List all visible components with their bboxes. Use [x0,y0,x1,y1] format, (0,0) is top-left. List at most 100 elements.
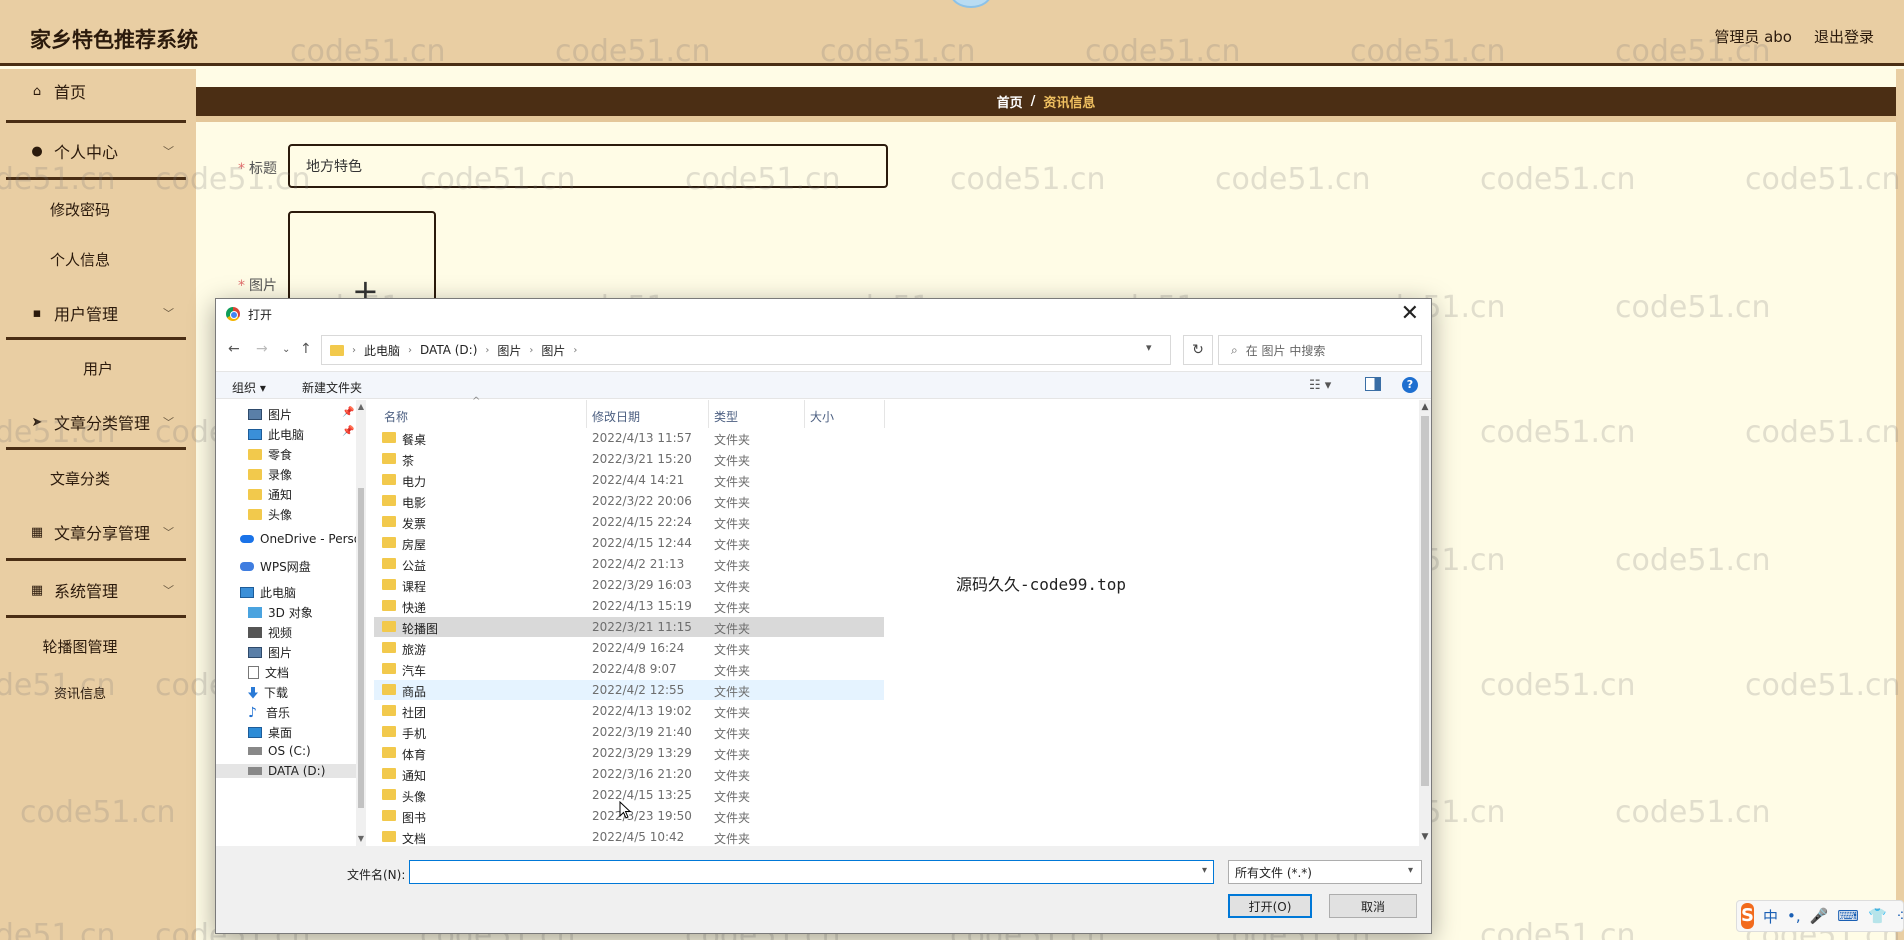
sogou-logo-icon[interactable]: S [1741,903,1754,929]
file-row[interactable]: 电力 2022/4/4 14:21 文件夹 [374,470,884,490]
ime-mode-chinese[interactable]: 中 [1763,906,1778,927]
column-header-date[interactable]: 修改日期 [592,408,640,425]
sidebar-item-article-share-management[interactable]: ▦ 文章分享管理 ﹀ [0,520,196,544]
ime-punctuation-icon[interactable]: •, [1787,907,1801,925]
file-row[interactable]: 社团 2022/4/13 19:02 文件夹 [374,701,884,721]
address-dropdown-icon[interactable]: ▾ [1146,341,1152,354]
chevron-down-icon[interactable]: ▾ [1202,865,1207,876]
keyboard-icon[interactable]: ⌨ [1837,907,1859,925]
breadcrumb-home[interactable]: 首页 [997,92,1023,111]
nav-pane-item[interactable]: 文档 [248,664,289,681]
sidebar-item-carousel-management[interactable]: 轮播图管理 [0,636,178,657]
file-row[interactable]: 公益 2022/4/2 21:13 文件夹 [374,554,884,574]
scroll-thumb[interactable] [358,488,364,808]
logout-link[interactable]: 退出登录 [1814,26,1874,47]
skin-icon[interactable]: 👕 [1868,907,1887,925]
pc-icon [240,587,254,598]
sidebar-item-article-category[interactable]: 文章分类 [0,468,178,489]
new-folder-button[interactable]: 新建文件夹 [302,379,362,396]
nav-pane-item[interactable]: OneDrive - Perso [240,532,361,546]
sidebar-item-personal-center[interactable]: ● 个人中心 ﹀ [0,139,196,163]
close-icon[interactable]: ✕ [1401,301,1419,326]
file-row[interactable]: 课程 2022/3/29 16:03 文件夹 [374,575,884,595]
filetype-select[interactable]: 所有文件 (*.*) ▾ [1228,860,1422,884]
title-input[interactable]: 地方特色 [288,144,888,188]
nav-pane-item[interactable]: 零食 [248,446,292,463]
sidebar-item-system-management[interactable]: ▦ 系统管理 ﹀ [0,578,196,602]
scroll-down-icon[interactable]: ▼ [1419,832,1431,842]
up-arrow-icon[interactable]: ↑ [300,341,312,357]
nav-pane-item[interactable]: DATA (D:) [216,764,356,778]
search-input[interactable]: ⌕ 在 图片 中搜索 [1218,335,1422,365]
sidebar-item-personal-info[interactable]: 个人信息 [0,249,178,270]
nav-pane-item[interactable]: ♪ 音乐 [248,704,290,721]
ime-menu-icon[interactable]: ⁘ [1896,907,1904,925]
path-segment[interactable]: 图片 [541,342,565,359]
nav-pane-item[interactable]: 桌面 [248,724,292,741]
address-bar[interactable]: › 此电脑 › DATA (D:) › 图片 › 图片 › [321,335,1171,365]
nav-pane-item[interactable]: 头像 [248,506,292,523]
sidebar-item-home[interactable]: ⌂ 首页 [0,79,196,103]
nav-pane-item[interactable]: 图片 [248,644,292,661]
file-row[interactable]: 体育 2022/3/29 13:29 文件夹 [374,743,884,763]
help-icon[interactable]: ? [1402,377,1418,393]
scroll-up-icon[interactable]: ▲ [1419,402,1431,412]
file-type: 文件夹 [714,832,751,846]
file-row[interactable]: 汽车 2022/4/8 9:07 文件夹 [374,659,884,679]
column-header-name[interactable]: 名称 [384,408,408,425]
nav-pane-item[interactable]: 图片 [248,406,292,423]
cancel-button[interactable]: 取消 [1329,894,1417,918]
file-type: 文件夹 [714,517,751,531]
file-row[interactable]: 轮播图 2022/3/21 11:15 文件夹 [374,617,884,637]
file-row[interactable]: 文档 2022/4/5 10:42 文件夹 [374,827,884,847]
file-row[interactable]: 手机 2022/3/19 21:40 文件夹 [374,722,884,742]
file-row[interactable]: 旅游 2022/4/9 16:24 文件夹 [374,638,884,658]
folder-icon [248,489,262,500]
file-row[interactable]: 电影 2022/3/22 20:06 文件夹 [374,491,884,511]
file-list-scrollbar[interactable]: ▲ ▼ [1419,400,1431,846]
sidebar-item-article-category-management[interactable]: ➤ 文章分类管理 ﹀ [0,410,196,434]
scroll-thumb[interactable] [1421,416,1429,786]
filename-input[interactable]: ▾ [409,860,1214,884]
nav-pane-item[interactable]: 3D 对象 [248,604,313,621]
sidebar-item-users[interactable]: 用户 [0,358,196,379]
nav-scrollbar[interactable]: ▲ ▼ [356,400,366,846]
refresh-icon[interactable]: ↻ [1183,335,1213,365]
file-row[interactable]: 发票 2022/4/15 22:24 文件夹 [374,512,884,532]
nav-pane-item[interactable]: 录像 [248,466,292,483]
nav-pane-item[interactable]: 此电脑 [240,584,296,601]
path-segment[interactable]: DATA (D:) [420,343,477,357]
sidebar-item-change-password[interactable]: 修改密码 [0,199,178,220]
file-date: 2022/3/22 20:06 [592,494,692,508]
nav-pane-item[interactable]: WPS网盘 [240,558,311,575]
file-list-pane: ^ 名称 修改日期 类型 大小 餐桌 2022/4/13 11:57 文件夹茶 202… [374,396,1421,847]
nav-pane-item[interactable]: 此电脑 [248,426,304,443]
file-row[interactable]: 茶 2022/3/21 15:20 文件夹 [374,449,884,469]
user-area: 管理员 abo 退出登录 [1714,26,1874,47]
scroll-down-icon[interactable]: ▼ [356,834,366,843]
nav-pane-item[interactable]: 视频 [248,624,292,641]
column-header-size[interactable]: 大小 [810,408,834,425]
path-segment[interactable]: 图片 [497,342,521,359]
nav-pane-item[interactable]: 下载 [248,684,288,701]
file-row[interactable]: 房屋 2022/4/15 12:44 文件夹 [374,533,884,553]
scroll-up-icon[interactable]: ▲ [356,402,366,411]
view-options-icon[interactable]: ☷ ▾ [1309,378,1331,393]
microphone-icon[interactable]: 🎤 [1810,907,1829,925]
recent-locations-chevron-icon[interactable]: ⌄ [282,344,290,355]
file-row[interactable]: 通知 2022/3/16 21:20 文件夹 [374,764,884,784]
file-row[interactable]: 快递 2022/4/13 15:19 文件夹 [374,596,884,616]
nav-pane-item[interactable]: 通知 [248,486,292,503]
sidebar-item-news-info[interactable]: 资讯信息 [0,683,178,702]
file-row[interactable]: 餐桌 2022/4/13 11:57 文件夹 [374,428,884,448]
path-segment[interactable]: 此电脑 [364,342,400,359]
column-header-type[interactable]: 类型 [714,408,738,425]
forward-arrow-icon[interactable]: → [256,341,268,357]
back-arrow-icon[interactable]: ← [228,341,240,357]
file-row[interactable]: 商品 2022/4/2 12:55 文件夹 [374,680,884,700]
organize-button[interactable]: 组织 ▾ [232,379,266,396]
preview-pane-icon[interactable] [1365,377,1381,391]
open-button[interactable]: 打开(O) [1228,894,1312,918]
sidebar-item-user-management[interactable]: ▪ 用户管理 ﹀ [0,301,196,325]
nav-pane-item[interactable]: OS (C:) [248,744,311,758]
